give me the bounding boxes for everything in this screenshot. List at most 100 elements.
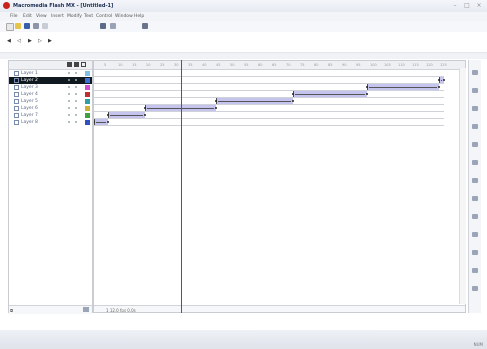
menu-help[interactable]: Help (134, 14, 144, 19)
new-document-icon[interactable] (6, 23, 14, 31)
redo-icon[interactable] (110, 23, 116, 29)
minimize-button[interactable]: – (450, 2, 460, 9)
keyframe[interactable] (144, 107, 146, 109)
print-icon[interactable] (33, 23, 39, 29)
undo-icon[interactable] (100, 23, 106, 29)
panel-tool-icon[interactable] (472, 142, 478, 147)
visibility-dot[interactable] (68, 72, 70, 74)
layer-color-swatch[interactable] (85, 99, 90, 104)
layer-color-swatch[interactable] (85, 120, 90, 125)
lock-dot[interactable] (75, 86, 77, 88)
visibility-dot[interactable] (68, 100, 70, 102)
visibility-dot[interactable] (68, 79, 70, 81)
frame-tick-label: 80 (314, 63, 319, 67)
frame-tick-label: 105 (384, 63, 391, 67)
keyframe[interactable] (438, 86, 440, 88)
end-icon[interactable]: ▶ (48, 39, 52, 44)
lock-dot[interactable] (75, 107, 77, 109)
menu-insert[interactable]: Insert (51, 14, 64, 19)
panel-tool-icon[interactable] (472, 214, 478, 219)
keyframe[interactable] (292, 100, 294, 102)
panel-tool-icon[interactable] (472, 286, 478, 291)
keyframe[interactable] (292, 93, 294, 95)
panel-tool-icon[interactable] (472, 250, 478, 255)
panel-tool-icon[interactable] (472, 160, 478, 165)
layer-color-swatch[interactable] (85, 71, 90, 76)
lock-dot[interactable] (75, 72, 77, 74)
layer-row[interactable]: Layer 1 (9, 70, 92, 77)
close-button[interactable]: × (474, 2, 484, 9)
lock-dot[interactable] (75, 121, 77, 123)
menu-edit[interactable]: Edit (23, 14, 32, 19)
right-panel (468, 60, 481, 313)
timeline-track[interactable] (94, 91, 444, 98)
layer-color-swatch[interactable] (85, 85, 90, 90)
timeline-track[interactable] (94, 70, 444, 77)
outline-icon[interactable] (81, 62, 86, 67)
layer-row[interactable]: Layer 7 (9, 112, 92, 119)
panel-tool-icon[interactable] (472, 268, 478, 273)
panel-tool-icon[interactable] (472, 178, 478, 183)
add-layer-icon[interactable]: ◘ (10, 308, 13, 313)
timeline-track[interactable] (94, 112, 444, 119)
visibility-dot[interactable] (68, 107, 70, 109)
layer-row[interactable]: Layer 3 (9, 84, 92, 91)
panel-tool-icon[interactable] (472, 88, 478, 93)
keyframe[interactable] (215, 107, 217, 109)
open-icon[interactable] (15, 23, 21, 29)
panel-tool-icon[interactable] (472, 106, 478, 111)
layer-row[interactable]: Layer 5 (9, 98, 92, 105)
keyframe[interactable] (215, 100, 217, 102)
lock-icon[interactable] (74, 62, 79, 67)
keyframe[interactable] (107, 121, 109, 123)
keyframe[interactable] (94, 121, 95, 123)
layer-color-swatch[interactable] (85, 113, 90, 118)
lock-dot[interactable] (75, 79, 77, 81)
rewind-icon[interactable]: ◀ (7, 39, 11, 44)
keyframe[interactable] (366, 93, 368, 95)
step-back-icon[interactable]: ◁ (17, 39, 21, 44)
lock-dot[interactable] (75, 114, 77, 116)
layer-color-swatch[interactable] (85, 92, 90, 97)
layer-color-swatch[interactable] (85, 106, 90, 111)
menu-window[interactable]: Window (115, 14, 133, 19)
lock-dot[interactable] (75, 93, 77, 95)
visibility-dot[interactable] (68, 86, 70, 88)
lock-dot[interactable] (75, 100, 77, 102)
layer-row[interactable]: Layer 2 (9, 77, 92, 84)
eye-icon[interactable] (67, 62, 72, 67)
keyframe[interactable] (366, 86, 368, 88)
frame-ruler[interactable]: 5 10 15 20 25 30 35 40 45 50 55 60 65 70 75 80 85 90 95 100… (94, 61, 465, 70)
timeline-track[interactable] (94, 77, 444, 84)
visibility-dot[interactable] (68, 93, 70, 95)
layer-row[interactable]: Layer 4 (9, 91, 92, 98)
panel-tool-icon[interactable] (472, 196, 478, 201)
save-icon[interactable] (24, 23, 30, 29)
timeline-scrollbar[interactable] (459, 68, 466, 304)
keyframe[interactable] (107, 114, 109, 116)
maximize-button[interactable]: □ (462, 2, 472, 9)
menu-file[interactable]: File (10, 14, 18, 19)
layer-color-swatch[interactable] (85, 78, 90, 83)
visibility-dot[interactable] (68, 121, 70, 123)
menu-modify[interactable]: Modify (67, 14, 82, 19)
cut-icon[interactable] (42, 23, 48, 29)
layer-row[interactable]: Layer 8 (9, 119, 92, 126)
keyframe[interactable] (438, 79, 440, 81)
layer-row[interactable]: Layer 6 (9, 105, 92, 112)
snap-icon[interactable] (142, 23, 148, 29)
timeline-track[interactable] (94, 119, 444, 126)
panel-tool-icon[interactable] (472, 232, 478, 237)
keyframe[interactable] (443, 79, 445, 81)
menu-control[interactable]: Control (96, 14, 112, 19)
visibility-dot[interactable] (68, 114, 70, 116)
step-forward-icon[interactable]: ▷ (38, 39, 42, 44)
keyframe[interactable] (144, 114, 146, 116)
panel-tool-icon[interactable] (472, 70, 478, 75)
delete-layer-icon[interactable] (83, 307, 89, 312)
menu-view[interactable]: View (36, 14, 47, 19)
play-icon[interactable]: ▶ (28, 39, 32, 44)
panel-tool-icon[interactable] (472, 124, 478, 129)
playhead[interactable] (181, 60, 182, 313)
menu-text[interactable]: Text (84, 14, 93, 19)
